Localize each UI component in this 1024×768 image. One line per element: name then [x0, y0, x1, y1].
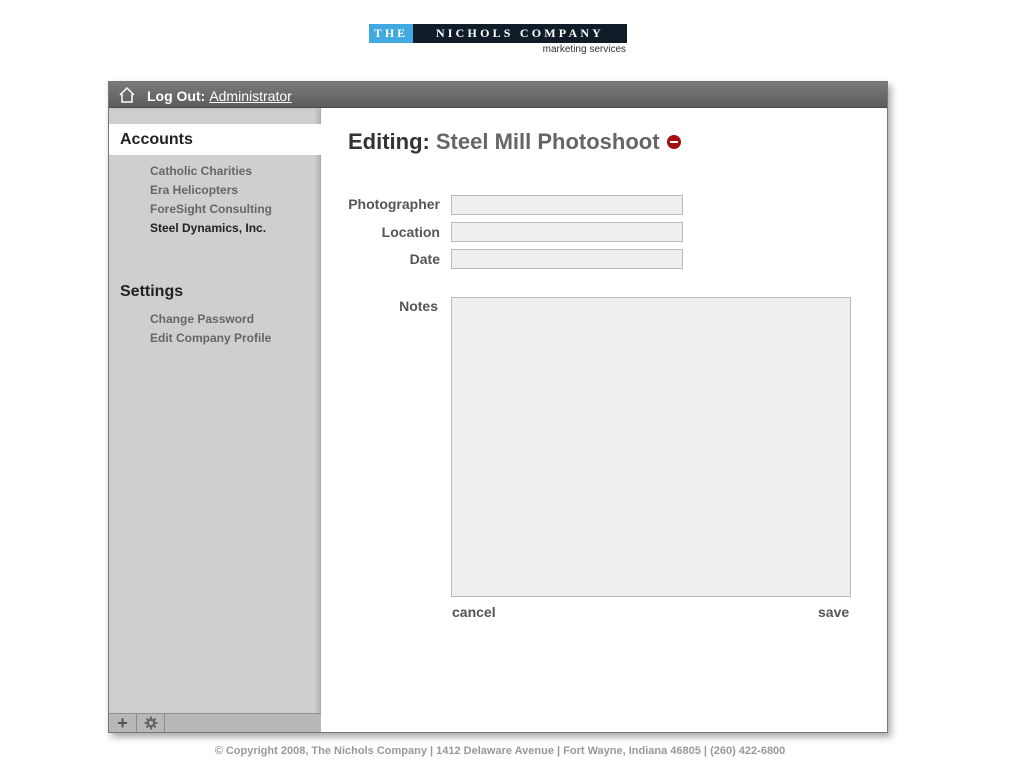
settings-header: Settings [120, 283, 183, 301]
logo-word-the: THE [369, 24, 413, 43]
account-item-steel-dynamics[interactable]: Steel Dynamics, Inc. [150, 219, 272, 238]
page-title: Editing: Steel Mill Photoshoot [348, 129, 681, 155]
logo-tagline: marketing services [542, 44, 626, 55]
settings-button[interactable] [137, 714, 165, 732]
cancel-button[interactable]: cancel [452, 604, 496, 620]
logout-label: Log Out: [147, 88, 206, 104]
notes-field[interactable] [451, 297, 851, 597]
logo-word-name: NICHOLS COMPANY [413, 24, 627, 43]
settings-title: Settings [120, 283, 184, 300]
plus-icon: + [117, 713, 128, 733]
account-item-catholic-charities[interactable]: Catholic Charities [150, 162, 272, 181]
main-content: Editing: Steel Mill Photoshoot Photograp… [321, 108, 887, 732]
location-label: Location [381, 224, 440, 240]
notes-label: Notes [399, 298, 438, 314]
gear-icon [144, 716, 157, 730]
editing-item-name: Steel Mill Photoshoot [435, 129, 660, 154]
company-logo: THE NICHOLS COMPANY marketing services [369, 24, 627, 56]
logo-wordmark: THE NICHOLS COMPANY [369, 24, 627, 43]
location-field[interactable] [451, 222, 683, 242]
delete-icon[interactable] [666, 135, 681, 149]
settings-item-change-password[interactable]: Change Password [150, 310, 271, 329]
sidebar: Accounts Catholic Charities Era Helicopt… [109, 108, 321, 732]
photographer-label: Photographer [348, 196, 440, 212]
date-label: Date [409, 251, 440, 267]
sidebar-footer: + [109, 713, 321, 732]
add-button[interactable]: + [109, 714, 137, 732]
save-button[interactable]: save [818, 604, 849, 620]
titlebar: Log Out: Administrator [109, 82, 887, 108]
settings-list: Change Password Edit Company Profile [150, 310, 271, 348]
app-window: Log Out: Administrator Accounts Catholic… [108, 81, 888, 733]
home-icon[interactable] [117, 85, 137, 105]
accounts-title: Accounts [120, 130, 193, 148]
account-item-era-helicopters[interactable]: Era Helicopters [150, 181, 272, 200]
logout-user-link[interactable]: Administrator [209, 88, 291, 104]
account-item-foresight-consulting[interactable]: ForeSight Consulting [150, 200, 272, 219]
date-field[interactable] [451, 249, 683, 269]
editing-prefix: Editing: [348, 129, 430, 154]
copyright-footer: © Copyright 2008, The Nichols Company | … [214, 745, 786, 757]
photographer-field[interactable] [451, 195, 683, 215]
accounts-list: Catholic Charities Era Helicopters ForeS… [150, 162, 272, 238]
settings-item-edit-company-profile[interactable]: Edit Company Profile [150, 329, 271, 348]
accounts-header: Accounts [109, 124, 321, 155]
